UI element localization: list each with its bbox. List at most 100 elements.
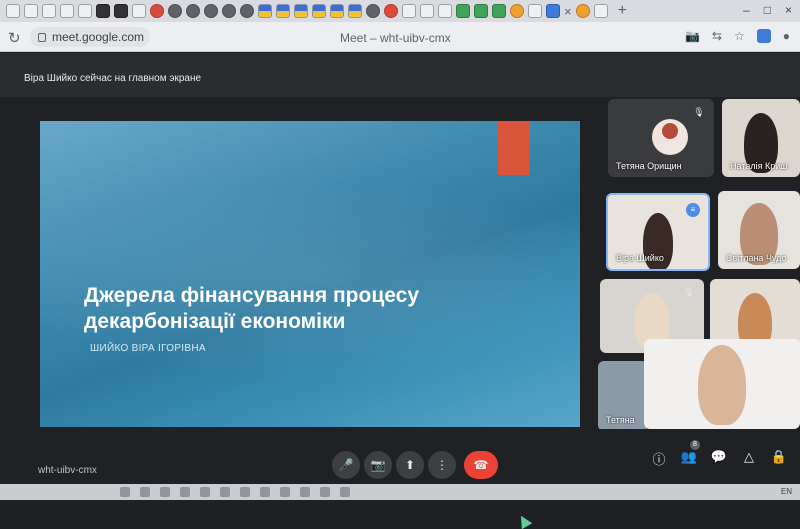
participant-name: Наталія Криш xyxy=(730,161,788,171)
tab-favicon-circle[interactable] xyxy=(204,4,218,18)
self-video xyxy=(698,345,746,425)
tab-favicon-flag[interactable] xyxy=(348,4,362,18)
tab-favicon-drive[interactable] xyxy=(492,4,506,18)
participant-name: Віра Шийко xyxy=(616,253,664,263)
taskbar-app-icon[interactable] xyxy=(240,487,250,497)
tab-favicon-grid[interactable] xyxy=(114,4,128,18)
tab-favicon-circle[interactable] xyxy=(222,4,236,18)
slide-author: ШИЙКО ВІРА ІГОРІВНА xyxy=(90,343,206,354)
tab-favicon-circle[interactable] xyxy=(366,4,380,18)
taskbar-app-icon[interactable] xyxy=(300,487,310,497)
tab-favicon-meet[interactable] xyxy=(546,4,560,18)
tab-favicon-flag[interactable] xyxy=(276,4,290,18)
taskbar-app-icon[interactable] xyxy=(260,487,270,497)
tab-favicon-flag[interactable] xyxy=(294,4,308,18)
tab-favicon-mail[interactable] xyxy=(384,4,398,18)
participant-tile[interactable]: Світлана Чудо xyxy=(718,191,800,269)
participant-name: Світлана Чудо xyxy=(726,253,787,263)
taskbar-app-icon[interactable] xyxy=(340,487,350,497)
activities-icon[interactable]: △ xyxy=(740,449,758,465)
tab-favicon-page[interactable] xyxy=(24,4,38,18)
minimize-button[interactable]: – xyxy=(743,3,750,17)
present-button[interactable]: ⬆ xyxy=(396,451,424,479)
taskbar-app-icon[interactable] xyxy=(200,487,210,497)
address-bar-icons: 📷 ⇆ ☆ ● xyxy=(685,29,790,43)
tab-favicon-doc[interactable] xyxy=(402,4,416,18)
people-count-badge: 8 xyxy=(690,440,700,450)
tab-favicon-app[interactable] xyxy=(96,4,110,18)
language-indicator[interactable]: EN xyxy=(781,487,792,496)
tab-favicon-flag[interactable] xyxy=(258,4,272,18)
taskbar-app-icon[interactable] xyxy=(180,487,190,497)
page-title: Meet – wht-uibv-cmx xyxy=(340,31,451,45)
tab-favicon-circle[interactable] xyxy=(186,4,200,18)
os-taskbar: EN xyxy=(0,484,800,500)
taskbar-app-icon[interactable] xyxy=(220,487,230,497)
tab-favicon-orange[interactable] xyxy=(575,4,590,18)
participant-tile[interactable]: Тетяна xyxy=(598,361,648,431)
more-options-button[interactable]: ⋮ xyxy=(428,451,456,479)
mouse-cursor-icon xyxy=(515,512,533,529)
info-icon[interactable]: ⓘ xyxy=(650,449,668,468)
profile-icon[interactable]: ● xyxy=(783,29,790,43)
tab-favicon-circle[interactable] xyxy=(240,4,254,18)
taskbar-app-icon[interactable] xyxy=(120,487,130,497)
meet-top-bar: Віра Шийко сейчас на главном экране xyxy=(0,53,800,97)
tab-favicon-euro[interactable] xyxy=(510,4,524,18)
host-controls-icon[interactable]: 🔒 xyxy=(770,449,788,465)
tab-close-icon[interactable]: × xyxy=(564,4,572,19)
tab-favicon-record[interactable] xyxy=(150,4,164,18)
tab-favicon-flag[interactable] xyxy=(330,4,344,18)
address-bar: ↻ meet.google.com Meet – wht-uibv-cmx 📷 … xyxy=(0,22,800,52)
translate-icon[interactable]: ⇆ xyxy=(712,29,722,43)
browser-tab-strip: × + xyxy=(0,0,800,22)
participant-name: Тетяна xyxy=(606,415,635,425)
avatar xyxy=(652,119,688,155)
lock-icon xyxy=(38,32,46,42)
close-window-button[interactable]: × xyxy=(785,3,792,17)
taskbar-app-icon[interactable] xyxy=(140,487,150,497)
shared-screen: Джерела фінансування процесу декарбоніза… xyxy=(40,121,580,427)
maximize-button[interactable]: □ xyxy=(764,3,771,17)
participant-tile[interactable]: Наталія Криш xyxy=(722,99,800,177)
tab-favicon-doc[interactable] xyxy=(78,4,92,18)
tab-favicon-doc[interactable] xyxy=(593,4,608,18)
tab-favicon-page[interactable] xyxy=(6,4,20,18)
tab-favicon-doc[interactable] xyxy=(420,4,434,18)
tab-favicon-arrow[interactable] xyxy=(456,4,470,18)
chat-icon[interactable]: 💬 xyxy=(710,449,728,465)
taskbar-app-icon[interactable] xyxy=(160,487,170,497)
presenter-note: Віра Шийко сейчас на главном экране xyxy=(24,73,202,84)
tab-favicon-page[interactable] xyxy=(60,4,74,18)
mic-button[interactable]: 🎤 xyxy=(332,451,360,479)
participant-tile-active[interactable]: ≡ Віра Шийко xyxy=(606,193,710,271)
taskbar-app-icon[interactable] xyxy=(320,487,330,497)
bookmark-star-icon[interactable]: ☆ xyxy=(734,29,745,43)
mic-off-icon: 🎙 xyxy=(683,287,695,297)
omnibox[interactable]: meet.google.com xyxy=(30,27,150,47)
new-tab-button[interactable]: + xyxy=(618,2,627,20)
camera-button[interactable]: 📷 xyxy=(364,451,392,479)
tab-favicon-drive[interactable] xyxy=(474,4,488,18)
reload-icon[interactable]: ↻ xyxy=(8,29,21,47)
self-view-tile[interactable] xyxy=(644,339,800,429)
tab-favicon-label[interactable] xyxy=(132,4,146,18)
tab-favicon-circle[interactable] xyxy=(168,4,182,18)
meet-window: Віра Шийко сейчас на главном экране Джер… xyxy=(0,53,800,529)
speaking-icon: ≡ xyxy=(686,203,700,217)
slide-title: Джерела фінансування процесу декарбоніза… xyxy=(84,284,420,333)
camera-permission-icon[interactable]: 📷 xyxy=(685,29,700,43)
end-call-button[interactable]: ☎ xyxy=(464,451,498,479)
window-controls: – □ × xyxy=(743,3,792,17)
participant-name: Тетяна Орищин xyxy=(616,161,682,171)
tab-favicon-doc[interactable] xyxy=(528,4,542,18)
extension-icon[interactable] xyxy=(756,29,771,43)
url-text[interactable]: meet.google.com xyxy=(52,30,144,44)
people-icon[interactable]: 👥 xyxy=(680,449,698,465)
taskbar-app-icon[interactable] xyxy=(280,487,290,497)
tab-favicon-flag[interactable] xyxy=(312,4,326,18)
tab-favicon-doc[interactable] xyxy=(438,4,452,18)
meeting-code: wht-uibv-cmx xyxy=(38,465,97,476)
tab-favicon-page[interactable] xyxy=(42,4,56,18)
participant-tile[interactable]: 🎙 Тетяна Орищин xyxy=(608,99,714,177)
